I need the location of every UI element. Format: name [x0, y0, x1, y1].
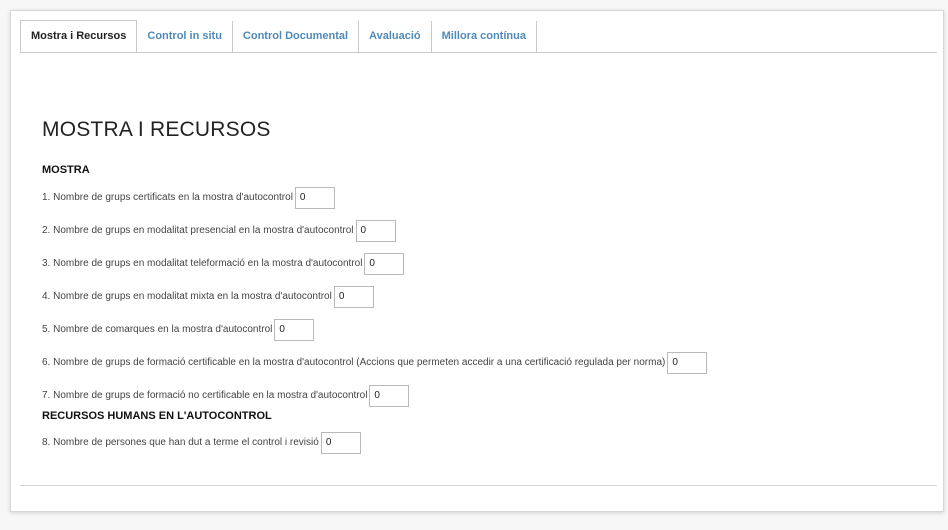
tab-control-documental[interactable]: Control Documental [232, 21, 360, 52]
field-label-8: 8. Nombre de persones que han dut a term… [42, 437, 319, 448]
field-input-8[interactable] [320, 431, 361, 454]
tab-mostra-i-recursos[interactable]: Mostra i Recursos [20, 20, 138, 53]
section-heading-mostra: MOSTRA [42, 164, 90, 176]
field-input-7[interactable] [369, 384, 410, 407]
field-label-3: 3. Nombre de grups en modalitat teleform… [42, 258, 363, 269]
tab-avaluacio[interactable]: Avaluació [359, 21, 432, 52]
field-label-1: 1. Nombre de grups certificats en la mos… [42, 192, 293, 203]
field-input-6[interactable] [667, 351, 708, 374]
tab-control-in-situ[interactable]: Control in situ [137, 21, 233, 52]
field-input-5[interactable] [274, 318, 315, 341]
field-label-5: 5. Nombre de comarques en la mostra d'au… [42, 324, 273, 335]
field-row-5: 5. Nombre de comarques en la mostra d'au… [42, 313, 932, 346]
field-input-2[interactable] [355, 219, 396, 242]
page-title: MOSTRA I RECURSOS [42, 118, 271, 141]
field-row-2: 2. Nombre de grups en modalitat presenci… [42, 214, 932, 247]
field-row-4: 4. Nombre de grups en modalitat mixta en… [42, 280, 932, 313]
section-heading-recursos: RECURSOS HUMANS EN L'AUTOCONTROL [42, 410, 272, 422]
field-row-1: 1. Nombre de grups certificats en la mos… [42, 181, 932, 214]
field-row-8: 8. Nombre de persones que han dut a term… [42, 426, 932, 459]
field-label-6: 6. Nombre de grups de formació certifica… [42, 357, 666, 368]
field-row-3: 3. Nombre de grups en modalitat teleform… [42, 247, 932, 280]
field-input-1[interactable] [294, 186, 335, 209]
field-row-6: 6. Nombre de grups de formació certifica… [42, 346, 932, 379]
tab-bar: Mostra i Recursos Control in situ Contro… [20, 20, 537, 53]
field-label-2: 2. Nombre de grups en modalitat presenci… [42, 225, 354, 236]
bottom-divider [20, 485, 937, 486]
field-row-7: 7. Nombre de grups de formació no certif… [42, 379, 932, 412]
tab-millora-continua[interactable]: Millora contínua [431, 21, 537, 52]
field-input-4[interactable] [333, 285, 374, 308]
field-label-4: 4. Nombre de grups en modalitat mixta en… [42, 291, 332, 302]
field-label-7: 7. Nombre de grups de formació no certif… [42, 390, 368, 401]
tab-divider [20, 52, 937, 53]
form-content: MOSTRA I RECURSOS MOSTRA 1. Nombre de gr… [42, 118, 932, 459]
field-input-3[interactable] [364, 252, 405, 275]
